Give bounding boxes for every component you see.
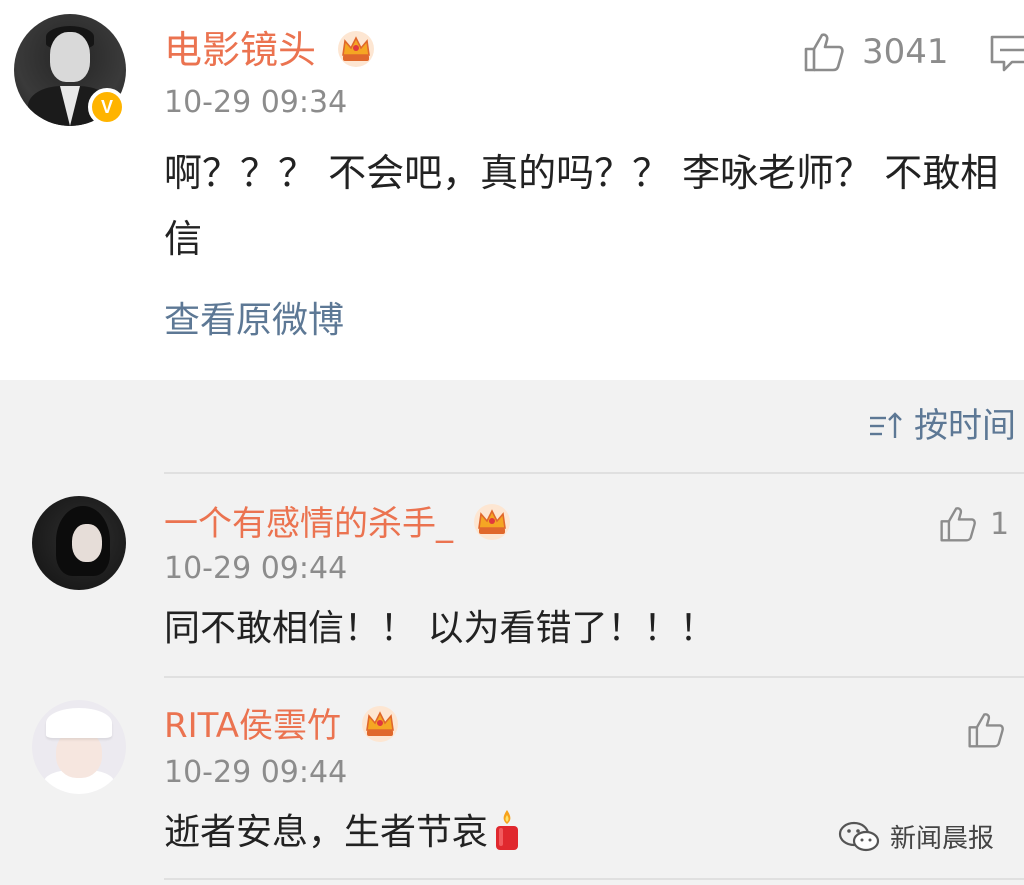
post-author-row[interactable]: 电影镜头 <box>164 28 376 73</box>
comment-icon[interactable] <box>990 34 1024 74</box>
watermark-text: 新闻晨报 <box>889 824 994 854</box>
sort-icon <box>870 412 902 438</box>
sort-label: 按时间 <box>914 406 1016 446</box>
vip-crown-icon <box>473 503 510 540</box>
commenter-name[interactable]: 一个有感情的杀手_ <box>164 504 453 544</box>
comment-timestamp: 10-29 09:44 <box>164 551 348 586</box>
comment-sort-bar: 按时间 <box>0 380 1024 472</box>
vip-crown-icon <box>361 705 398 742</box>
divider <box>164 472 1024 474</box>
commenter-name[interactable]: RITA侯雲竹 <box>164 706 341 746</box>
post-like-button[interactable]: 3041 <box>802 30 949 74</box>
comment-text: 同不敢相信！！ 以为看错了！！！ <box>164 608 716 649</box>
thumbs-up-icon <box>968 713 1004 748</box>
post-like-count: 3041 <box>862 32 949 72</box>
vip-crown-icon <box>338 30 375 67</box>
commenter-avatar[interactable] <box>32 496 126 590</box>
post-timestamp: 10-29 09:34 <box>164 85 348 120</box>
original-post: V 电影镜头 10-29 09:34 3041 啊？？？ 不会吧，真的吗？？ 李… <box>0 0 1024 380</box>
divider <box>164 676 1024 678</box>
sort-by-time-button[interactable]: 按时间 <box>868 406 1016 446</box>
divider <box>164 878 1024 880</box>
comment-like-button[interactable] <box>966 710 1018 750</box>
comment-like-button[interactable]: 1 <box>938 504 1009 544</box>
commenter-avatar[interactable] <box>32 700 126 794</box>
comment-like-count: 1 <box>990 506 1010 542</box>
view-original-link[interactable]: 查看原微博 <box>164 297 344 345</box>
comment-timestamp: 10-29 09:44 <box>164 755 348 790</box>
comment-text: 逝者安息，生者节哀 <box>164 812 489 853</box>
wechat-icon <box>838 821 880 851</box>
candle-emoji-icon <box>496 810 519 850</box>
comment-text-row: 逝者安息，生者节哀 <box>164 808 524 858</box>
thumbs-up-icon <box>940 507 976 542</box>
commenter-name-row[interactable]: 一个有感情的杀手_ <box>164 503 512 546</box>
post-author-name[interactable]: 电影镜头 <box>164 28 316 72</box>
verified-badge-icon: V <box>88 88 126 126</box>
post-text: 啊？？？ 不会吧，真的吗？？ 李咏老师？ 不敢相信 <box>164 151 999 261</box>
watermark: 新闻晨报 <box>838 818 994 855</box>
commenter-name-row[interactable]: RITA侯雲竹 <box>164 705 400 748</box>
thumbs-up-icon <box>804 33 844 72</box>
